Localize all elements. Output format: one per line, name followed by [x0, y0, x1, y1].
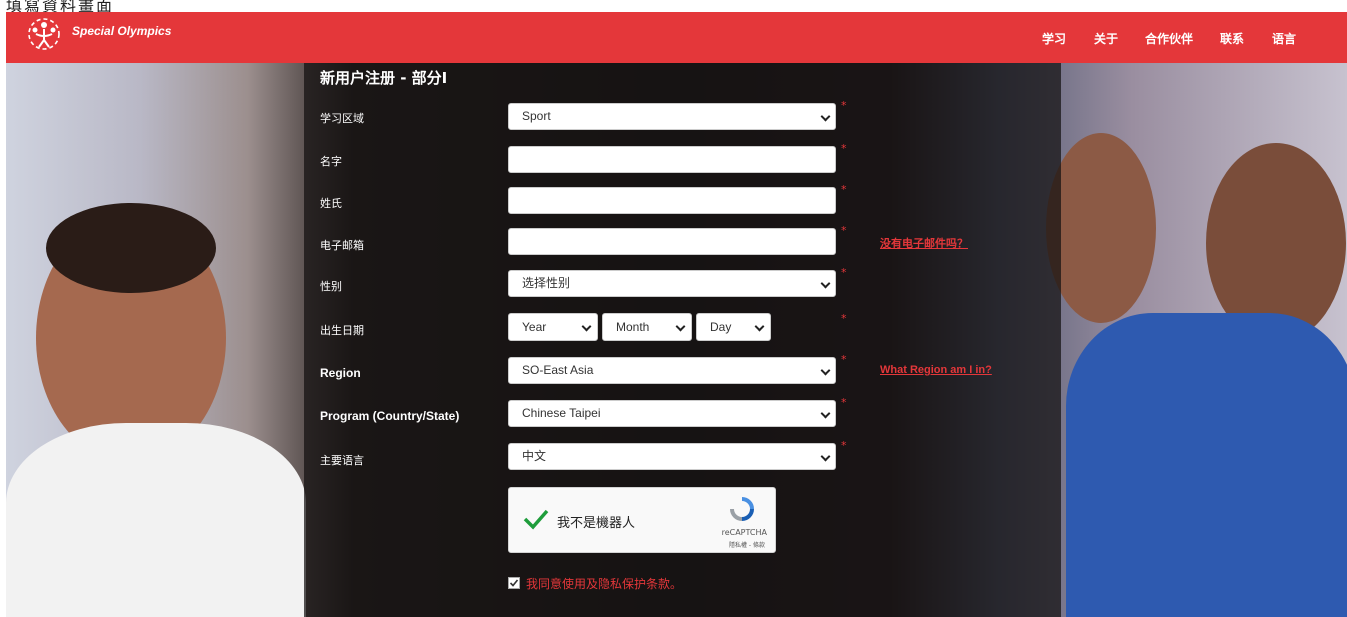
gender-label: 性别 [320, 280, 342, 293]
athlete-right-shirt [1066, 313, 1347, 617]
required-mark: * [841, 396, 847, 409]
learning-area-select[interactable]: Sport [508, 103, 836, 130]
screen-caption: 填寫資料畫面 [6, 0, 115, 15]
top-navigation-bar: Special Olympics 学习 关于 合作伙伴 联系 语言 [6, 12, 1347, 63]
nav-about[interactable]: 关于 [1094, 30, 1118, 47]
athlete-left-shirt [6, 423, 306, 617]
nav-partners[interactable]: 合作伙伴 [1145, 30, 1193, 47]
email-input[interactable] [508, 228, 836, 255]
athlete-right-face-1 [1046, 133, 1156, 323]
required-mark: * [841, 224, 847, 237]
program-select[interactable]: Chinese Taipei [508, 400, 836, 427]
gender-select[interactable]: 选择性别 [508, 270, 836, 297]
primary-language-select[interactable]: 中文 [508, 443, 836, 470]
required-mark: * [841, 183, 847, 196]
brand-name[interactable]: Special Olympics [72, 24, 171, 38]
learning-area-label: 学习区域 [320, 112, 364, 125]
first-name-label: 名字 [320, 155, 342, 168]
required-mark: * [841, 142, 847, 155]
first-name-input[interactable] [508, 146, 836, 173]
primary-language-label: 主要语言 [320, 454, 364, 467]
region-help-link[interactable]: What Region am I in? [880, 364, 992, 376]
athlete-left-hair [46, 203, 216, 293]
last-name-input[interactable] [508, 187, 836, 214]
recaptcha-logo-icon [730, 497, 754, 521]
nav-learn[interactable]: 学习 [1042, 30, 1066, 47]
birth-year-select[interactable]: Year [508, 313, 598, 341]
nav-language[interactable]: 语言 [1272, 30, 1296, 47]
recaptcha-widget[interactable]: 我不是機器人 reCAPTCHA 隱私權 - 條款 [508, 487, 776, 553]
nav-contact[interactable]: 联系 [1220, 30, 1244, 47]
birth-day-select[interactable]: Day [696, 313, 771, 341]
region-select[interactable]: SO-East Asia [508, 357, 836, 384]
last-name-label: 姓氏 [320, 197, 342, 210]
no-email-link[interactable]: 没有电子邮件吗？ [880, 235, 968, 251]
birth-month-select[interactable]: Month [602, 313, 692, 341]
required-mark: * [841, 312, 847, 325]
program-label: Program (Country/State) [320, 409, 460, 423]
registration-form-panel: 新用户注册 - 部分I 学习区域 Sport * 名字 * 姓氏 * 电子邮箱 … [304, 63, 1061, 617]
birth-date-label: 出生日期 [320, 324, 364, 337]
required-mark: * [841, 439, 847, 452]
hero-background-photo: 新用户注册 - 部分I 学习区域 Sport * 名字 * 姓氏 * 电子邮箱 … [6, 63, 1347, 617]
required-mark: * [841, 266, 847, 279]
required-mark: * [841, 99, 847, 112]
agree-terms-checkbox[interactable]: 我同意使用及隐私保护条款。 [508, 575, 682, 592]
recaptcha-brand: reCAPTCHA [721, 528, 767, 537]
recaptcha-terms[interactable]: 隱私權 - 條款 [729, 540, 765, 549]
region-label: Region [320, 366, 361, 380]
required-mark: * [841, 353, 847, 366]
special-olympics-logo-icon[interactable] [24, 16, 64, 52]
checkbox-icon[interactable] [508, 577, 520, 589]
email-label: 电子邮箱 [320, 239, 364, 252]
recaptcha-label: 我不是機器人 [557, 516, 636, 531]
checkmark-icon[interactable] [523, 508, 549, 530]
agree-terms-label: 我同意使用及隐私保护条款。 [526, 577, 683, 591]
form-title: 新用户注册 - 部分I [320, 69, 448, 87]
